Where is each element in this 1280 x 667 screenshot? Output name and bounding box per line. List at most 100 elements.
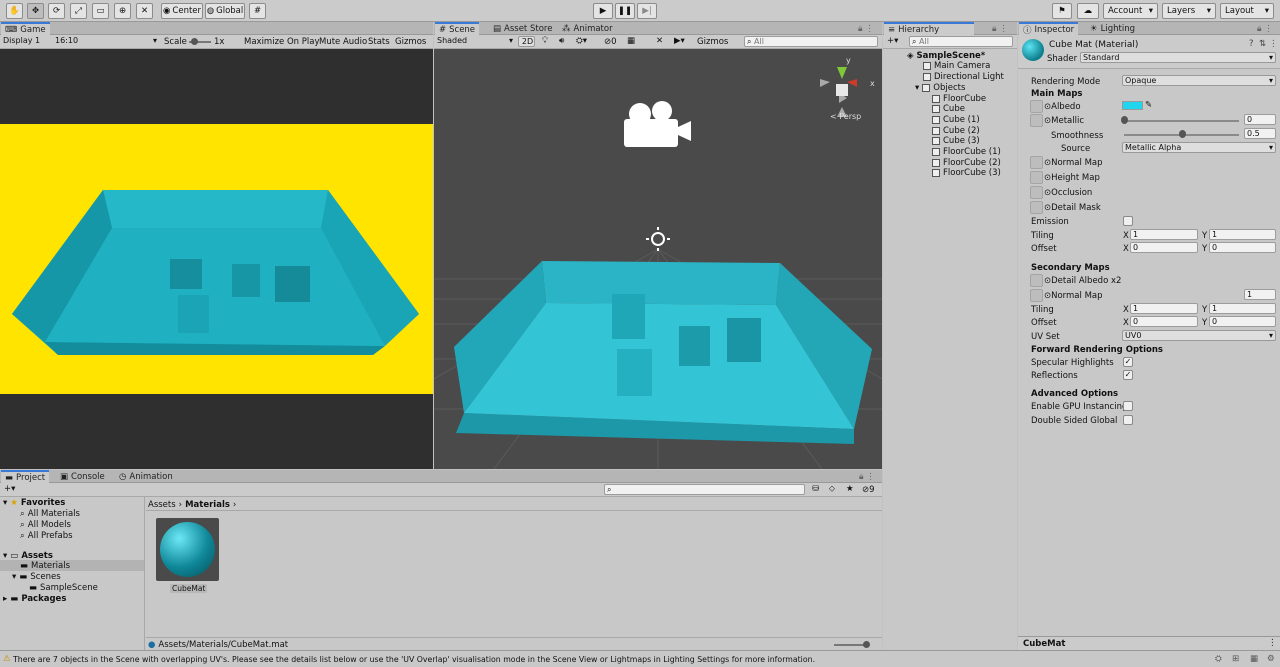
tab-console[interactable]: ▣ Console — [56, 470, 109, 483]
offset2-x-field[interactable]: 0 — [1130, 316, 1198, 327]
tab-asset-store[interactable]: ▤ Asset Store — [489, 22, 556, 35]
asset-name-label[interactable]: CubeMat — [170, 584, 208, 593]
pause-button[interactable]: ❚❚ — [615, 3, 635, 19]
hierarchy-item-main-camera[interactable]: Main Camera — [923, 60, 990, 71]
search-by-label-icon[interactable]: ⬦ — [829, 484, 835, 494]
lock-icon[interactable]: 🔒︎ ⋮ — [1253, 22, 1277, 35]
status-message[interactable]: There are 7 objects in the Scene with ov… — [13, 655, 1203, 664]
shading-dropdown[interactable]: Shaded ▾ — [435, 36, 515, 47]
rect-tool-icon[interactable]: ▭ — [92, 3, 109, 19]
effects-dropdown-icon[interactable]: ⛭▾ — [576, 36, 587, 46]
transform-tool-icon[interactable]: ⊕ — [114, 3, 131, 19]
sample-scene-file[interactable]: ▬ SampleScene — [29, 582, 98, 593]
favorite-all-materials[interactable]: ⌕ All Materials — [20, 508, 80, 519]
height-map-slot[interactable] — [1030, 171, 1043, 184]
stats-toggle[interactable]: Stats — [368, 37, 390, 47]
step-button[interactable]: ▶| — [637, 3, 657, 19]
help-icon[interactable]: ? — [1249, 39, 1254, 49]
metallic-slider-thumb[interactable] — [1121, 116, 1128, 124]
smoothness-slider-thumb[interactable] — [1178, 130, 1186, 138]
metallic-slider[interactable] — [1124, 120, 1239, 122]
gear-icon[interactable]: ⚙ — [1267, 654, 1275, 664]
gpu-instancing-checkbox[interactable] — [1123, 401, 1133, 411]
hierarchy-item-objects[interactable]: ▾ Objects — [915, 82, 965, 93]
hidden-packages-toggle[interactable]: ⊘9 — [862, 485, 875, 495]
search-by-type-icon[interactable]: ⛁ — [812, 484, 819, 494]
mute-audio-toggle[interactable]: Mute Audio — [319, 37, 367, 47]
secondary-normal-slot[interactable] — [1030, 289, 1043, 302]
metallic-texture-slot[interactable] — [1030, 114, 1043, 127]
hierarchy-child-item[interactable]: FloorCube (1) — [932, 147, 1001, 158]
rendering-mode-dropdown[interactable]: Opaque ▾ — [1122, 75, 1276, 86]
hierarchy-child-item[interactable]: Cube (1) — [932, 114, 980, 125]
play-button[interactable]: ▶ — [593, 3, 613, 19]
scene-search-input[interactable]: ⌕ All — [744, 36, 878, 47]
gizmos-dropdown[interactable]: Gizmos — [697, 37, 728, 47]
space-toggle-button[interactable]: ◍ Global — [205, 3, 245, 19]
specular-highlights-checkbox[interactable]: ✓ — [1123, 357, 1133, 367]
favorites-folder[interactable]: ▾ ★ Favorites — [3, 497, 65, 508]
lock-icon[interactable]: 🔒︎ ⋮ — [855, 470, 879, 483]
scale-slider-thumb[interactable] — [191, 38, 198, 45]
auto-generate-lighting-icon[interactable]: ⊞ — [1232, 654, 1239, 664]
create-dropdown-icon[interactable]: +▾ — [4, 484, 15, 494]
hierarchy-child-item[interactable]: FloorCube (2) — [932, 157, 1001, 168]
more-menu-icon[interactable]: ⋮ — [1268, 638, 1277, 648]
materials-folder[interactable]: ▬ Materials — [20, 560, 70, 571]
lighting-progress-icon[interactable]: ▦ — [1250, 654, 1258, 664]
scale-tool-icon[interactable]: ⤢ — [70, 3, 87, 19]
emission-checkbox[interactable] — [1123, 216, 1133, 226]
packages-folder[interactable]: ▸ ▬ Packages — [3, 593, 66, 604]
audio-toggle-icon[interactable]: 🔊︎ — [559, 36, 564, 46]
custom-tool-icon[interactable]: ✕ — [136, 3, 153, 19]
account-dropdown[interactable]: Account ▾ — [1103, 3, 1158, 19]
collab-icon[interactable]: ⚑ — [1052, 3, 1072, 19]
project-search-input[interactable]: ⌕ — [604, 484, 805, 495]
hierarchy-child-item[interactable]: Cube (2) — [932, 125, 980, 136]
normal-map-slot[interactable] — [1030, 156, 1043, 169]
tab-animator[interactable]: ⁂ Animator — [558, 22, 617, 35]
detail-albedo-slot[interactable] — [1030, 274, 1043, 287]
reflections-checkbox[interactable]: ✓ — [1123, 370, 1133, 380]
layers-dropdown[interactable]: Layers ▾ — [1162, 3, 1216, 19]
smoothness-value-field[interactable]: 0.5 — [1244, 128, 1276, 139]
grid-toggle-icon[interactable]: ▦ — [627, 36, 635, 46]
double-sided-gi-checkbox[interactable] — [1123, 415, 1133, 425]
tiling-x-field[interactable]: 1 — [1130, 229, 1198, 240]
source-dropdown[interactable]: Metallic Alpha ▾ — [1122, 142, 1276, 153]
offset2-y-field[interactable]: 0 — [1209, 316, 1276, 327]
asset-thumbnail[interactable] — [156, 518, 219, 581]
favorite-all-models[interactable]: ⌕ All Models — [20, 519, 71, 530]
offset-x-field[interactable]: 0 — [1130, 242, 1198, 253]
display-dropdown[interactable]: Display 1 — [1, 36, 51, 47]
albedo-texture-slot[interactable] — [1030, 100, 1043, 113]
hierarchy-item-directional-light[interactable]: Directional Light — [923, 71, 1004, 82]
lighting-toggle-icon[interactable]: 💡︎ — [542, 36, 548, 46]
more-menu-icon[interactable]: ⋮ — [1269, 39, 1278, 49]
tab-lighting[interactable]: ☀ Lighting — [1086, 22, 1139, 35]
hand-tool-icon[interactable]: ✋ — [6, 3, 23, 19]
snap-settings-icon[interactable]: # — [249, 3, 266, 19]
scene-viewport[interactable]: x y < Persp — [434, 49, 882, 469]
hierarchy-child-item[interactable]: FloorCube — [932, 93, 986, 104]
maximize-on-play-toggle[interactable]: Maximize On Play — [244, 37, 319, 47]
tab-hierarchy[interactable]: ≡ Hierarchy — [884, 22, 974, 35]
occlusion-slot[interactable] — [1030, 186, 1043, 199]
layout-dropdown[interactable]: Layout ▾ — [1220, 3, 1274, 19]
eyedropper-icon[interactable]: ✎ — [1145, 100, 1152, 110]
tab-inspector[interactable]: ⓘ Inspector — [1019, 22, 1079, 36]
tiling-y-field[interactable]: 1 — [1209, 229, 1276, 240]
albedo-color-swatch[interactable] — [1122, 101, 1143, 110]
offset-y-field[interactable]: 0 — [1209, 242, 1276, 253]
scenes-folder[interactable]: ▾ ▬ Scenes — [12, 571, 61, 582]
gizmos-dropdown[interactable]: Gizmos — [395, 37, 426, 47]
breadcrumb-assets[interactable]: Assets — [148, 500, 176, 510]
icon-size-slider-thumb[interactable] — [863, 641, 870, 648]
tiling2-x-field[interactable]: 1 — [1130, 303, 1198, 314]
aspect-dropdown[interactable]: 16:10 ▾ — [53, 36, 159, 47]
camera-dropdown-icon[interactable]: ▶▾ — [674, 36, 685, 46]
settings-icon[interactable]: ⇅ — [1259, 39, 1266, 49]
detail-mask-slot[interactable] — [1030, 201, 1043, 214]
shader-dropdown[interactable]: Standard ▾ — [1080, 52, 1276, 63]
rotate-tool-icon[interactable]: ⟳ — [48, 3, 65, 19]
